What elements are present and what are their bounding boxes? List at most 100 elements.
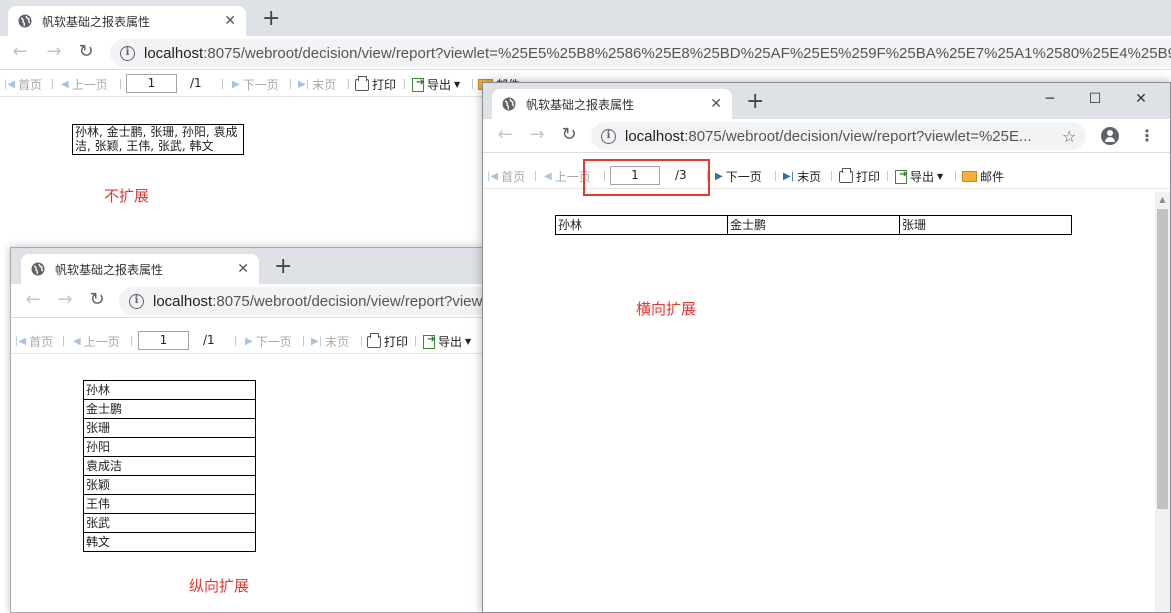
prev-page-icon: ◀: [544, 171, 552, 182]
table-row: 韩文: [83, 532, 256, 552]
last-page-icon: ▶|: [298, 79, 310, 90]
next-page-button[interactable]: ▶ 下一页: [232, 76, 279, 93]
new-tab-button[interactable]: +: [262, 6, 280, 32]
next-page-button[interactable]: ▶ 下一页: [245, 333, 292, 350]
browser-tab[interactable]: 帆软基础之报表属性 ✕: [492, 89, 732, 119]
pager-highlight-box: [583, 159, 710, 196]
address-input[interactable]: i localhost:8075/webroot/decision/view/r…: [119, 287, 483, 315]
scrollbar-thumb[interactable]: [1157, 209, 1168, 509]
prev-page-button[interactable]: ◀ 上一页: [73, 333, 120, 350]
info-icon[interactable]: i: [120, 45, 135, 61]
back-arrow-icon[interactable]: ←: [21, 288, 45, 312]
printer-icon: [355, 75, 369, 91]
back-arrow-icon[interactable]: ←: [8, 40, 32, 64]
page-number-input[interactable]: 1: [126, 74, 177, 93]
forward-arrow-icon[interactable]: →: [42, 40, 66, 64]
browser-tab[interactable]: 帆软基础之报表属性 ✕: [21, 254, 259, 284]
first-page-icon: |◀: [4, 79, 16, 90]
toolbar-divider: [303, 336, 304, 346]
minimize-icon[interactable]: ─: [1030, 85, 1070, 113]
table-cell: 袁成洁: [83, 456, 256, 476]
chevron-down-icon: ▼: [465, 337, 472, 346]
globe-icon: [31, 262, 45, 276]
prev-page-icon: ◀: [61, 79, 69, 90]
toolbar-divider: [131, 336, 132, 346]
toolbar-divider: [348, 79, 349, 89]
page-total: /1: [190, 76, 202, 90]
first-page-button[interactable]: |◀ 首页: [15, 333, 53, 350]
menu-kebab-icon[interactable]: ⋮: [1139, 126, 1155, 145]
bookmark-star-icon[interactable]: ☆: [1062, 127, 1076, 146]
prev-page-icon: ◀: [73, 336, 81, 347]
export-button[interactable]: 导出▼: [412, 76, 460, 93]
table-cell: 孙阳: [83, 437, 256, 457]
first-page-button[interactable]: |◀ 首页: [4, 76, 42, 93]
close-tab-icon[interactable]: ✕: [710, 96, 722, 112]
next-page-icon: ▶: [715, 171, 723, 182]
page-number-input[interactable]: 1: [138, 331, 189, 350]
maximize-icon[interactable]: ☐: [1075, 85, 1115, 113]
address-input[interactable]: i localhost:8075/webroot/decision/view/r…: [591, 122, 1086, 150]
reload-icon[interactable]: ↻: [74, 40, 98, 64]
last-page-icon: ▶|: [783, 171, 795, 182]
back-arrow-icon[interactable]: ←: [493, 123, 517, 147]
last-page-button[interactable]: ▶| 末页: [298, 76, 336, 93]
table-cell: 韩文: [83, 532, 256, 552]
toolbar-divider: [235, 336, 236, 346]
close-tab-icon[interactable]: ✕: [224, 13, 236, 29]
print-button[interactable]: 打印: [839, 167, 880, 185]
table-row: 孙阳: [83, 437, 256, 457]
last-page-button[interactable]: ▶| 末页: [783, 168, 821, 185]
export-icon: [895, 169, 907, 184]
next-page-icon: ▶: [245, 336, 253, 347]
reload-icon[interactable]: ↻: [557, 123, 581, 147]
table-row: 孙林 金士鹏 张珊: [555, 215, 1072, 235]
browser-tab[interactable]: 帆软基础之报表属性 ✕: [8, 6, 246, 36]
reload-icon[interactable]: ↻: [85, 288, 109, 312]
scroll-up-icon[interactable]: ▲: [1155, 192, 1170, 207]
next-page-button[interactable]: ▶ 下一页: [715, 168, 762, 185]
profile-avatar-icon[interactable]: [1101, 127, 1119, 145]
new-tab-button[interactable]: +: [274, 254, 292, 280]
label-horizontal-expand: 横向扩展: [636, 300, 697, 318]
info-icon[interactable]: i: [601, 128, 616, 144]
browser-window-vertical-expand: 帆软基础之报表属性 ✕ + ← → ↻ i localhost:8075/web…: [10, 247, 484, 613]
table-cell: 张武: [83, 513, 256, 533]
export-button[interactable]: 导出▼: [423, 333, 471, 350]
report-table-vertical: 孙林 金士鹏 张珊 孙阳 袁成洁 张颖 王伟 张武 韩文: [83, 380, 256, 552]
first-page-button[interactable]: |◀ 首页: [487, 168, 525, 185]
chevron-down-icon: ▼: [454, 80, 461, 89]
info-icon[interactable]: i: [129, 293, 144, 309]
export-button[interactable]: 导出▼: [895, 168, 943, 185]
toolbar-divider: [222, 79, 223, 89]
toolbar-divider: [415, 336, 416, 346]
next-page-icon: ▶: [232, 79, 240, 90]
tab-title: 帆软基础之报表属性: [526, 97, 635, 112]
new-tab-button[interactable]: +: [746, 89, 764, 115]
forward-arrow-icon[interactable]: →: [525, 123, 549, 147]
table-row: 张珊: [83, 418, 256, 438]
table-cell: 张珊: [899, 215, 1072, 235]
mail-button[interactable]: 邮件: [962, 168, 1004, 185]
label-vertical-expand: 纵向扩展: [189, 577, 250, 595]
export-icon: [412, 77, 424, 92]
vertical-scrollbar[interactable]: ▲: [1155, 192, 1170, 612]
table-cell: 王伟: [83, 494, 256, 514]
last-page-button[interactable]: ▶| 末页: [311, 333, 349, 350]
print-button[interactable]: 打印: [355, 75, 396, 93]
toolbar-divider: [120, 79, 121, 89]
address-bar-row: ← → ↻ i localhost:8075/webroot/decision/…: [0, 36, 1171, 70]
table-cell: 孙林: [83, 380, 256, 400]
forward-arrow-icon[interactable]: →: [53, 288, 77, 312]
url-text: localhost:8075/webroot/decision/view/rep…: [625, 127, 1032, 145]
close-window-icon[interactable]: ✕: [1121, 85, 1161, 113]
tab-strip: 帆软基础之报表属性 ✕ +: [0, 0, 1171, 36]
table-cell: 金士鹏: [83, 399, 256, 419]
table-cell: 张颖: [83, 475, 256, 495]
print-button[interactable]: 打印: [367, 332, 408, 350]
close-tab-icon[interactable]: ✕: [237, 261, 249, 277]
report-cell-merged: 孙林, 金士鹏, 张珊, 孙阳, 袁成洁, 张颖, 王伟, 张武, 韩文: [72, 124, 244, 155]
prev-page-button[interactable]: ◀ 上一页: [61, 76, 108, 93]
table-cell: 金士鹏: [727, 215, 900, 235]
address-input[interactable]: i localhost:8075/webroot/decision/view/r…: [110, 39, 1171, 67]
